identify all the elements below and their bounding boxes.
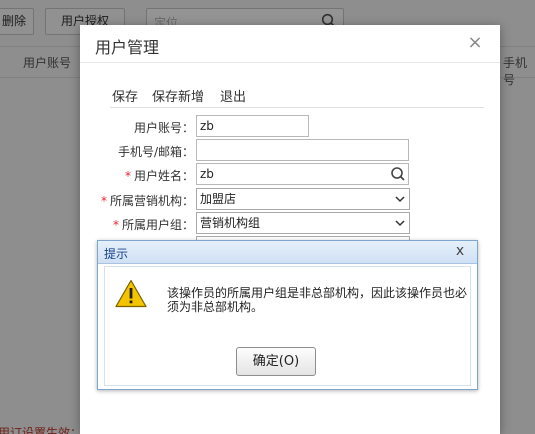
org-label: * 所属营销机构： [100,194,194,208]
account-label: 用户账号： [133,121,194,135]
lookup-icon[interactable] [390,166,406,182]
group-select-value: 营销机构组 [200,216,261,230]
save-and-new-button[interactable]: 保存新增 [152,86,204,105]
phone-email-row: 手机号/邮箱： [80,139,500,163]
alert-header: 提示 x [98,241,477,264]
alert-message: 该操作员的所属用户组是非总部机构，因此该操作员也必须为非总部机构。 [167,286,468,314]
chevron-down-icon [395,196,405,203]
required-mark: * [112,218,119,232]
required-mark: * [100,194,107,208]
chevron-down-icon [395,220,405,227]
name-row: * 用户姓名： zb [80,163,500,187]
form-toolbar: 保存 保存新增 退出 [110,84,484,108]
close-icon[interactable]: × [467,33,483,53]
phone-email-input[interactable] [196,139,409,161]
phone-email-label: 手机号/邮箱： [117,145,194,159]
ok-button[interactable]: 确定(O) [236,347,316,376]
alert-title: 提示 [104,247,129,261]
name-label: * 用户姓名： [124,169,194,183]
modal-header: 用户管理 × [80,25,500,63]
name-input[interactable]: zb [196,163,409,185]
group-label: * 所属用户组： [112,218,194,232]
modal-title: 用户管理 [95,38,160,57]
account-input[interactable]: zb [196,115,309,137]
org-row: * 所属营销机构： 加盟店 [80,188,500,212]
org-select[interactable]: 加盟店 [196,188,410,210]
required-mark: * [124,169,131,183]
exit-button[interactable]: 退出 [220,86,246,105]
save-button[interactable]: 保存 [112,86,138,105]
group-select[interactable]: 营销机构组 [196,212,410,234]
warning-icon [115,279,147,308]
alert-dialog: 提示 x 该操作员的所属用户组是非总部机构，因此该操作员也必须为非总部机构。 确… [97,240,478,390]
org-select-value: 加盟店 [200,192,237,206]
name-value: zb [200,167,214,181]
alert-body: 该操作员的所属用户组是非总部机构，因此该操作员也必须为非总部机构。 确定(O) [104,266,471,386]
account-row: 用户账号： zb [80,115,500,139]
group-row: * 所属用户组： 营销机构组 [80,212,500,236]
alert-close-icon[interactable]: x [453,243,467,259]
